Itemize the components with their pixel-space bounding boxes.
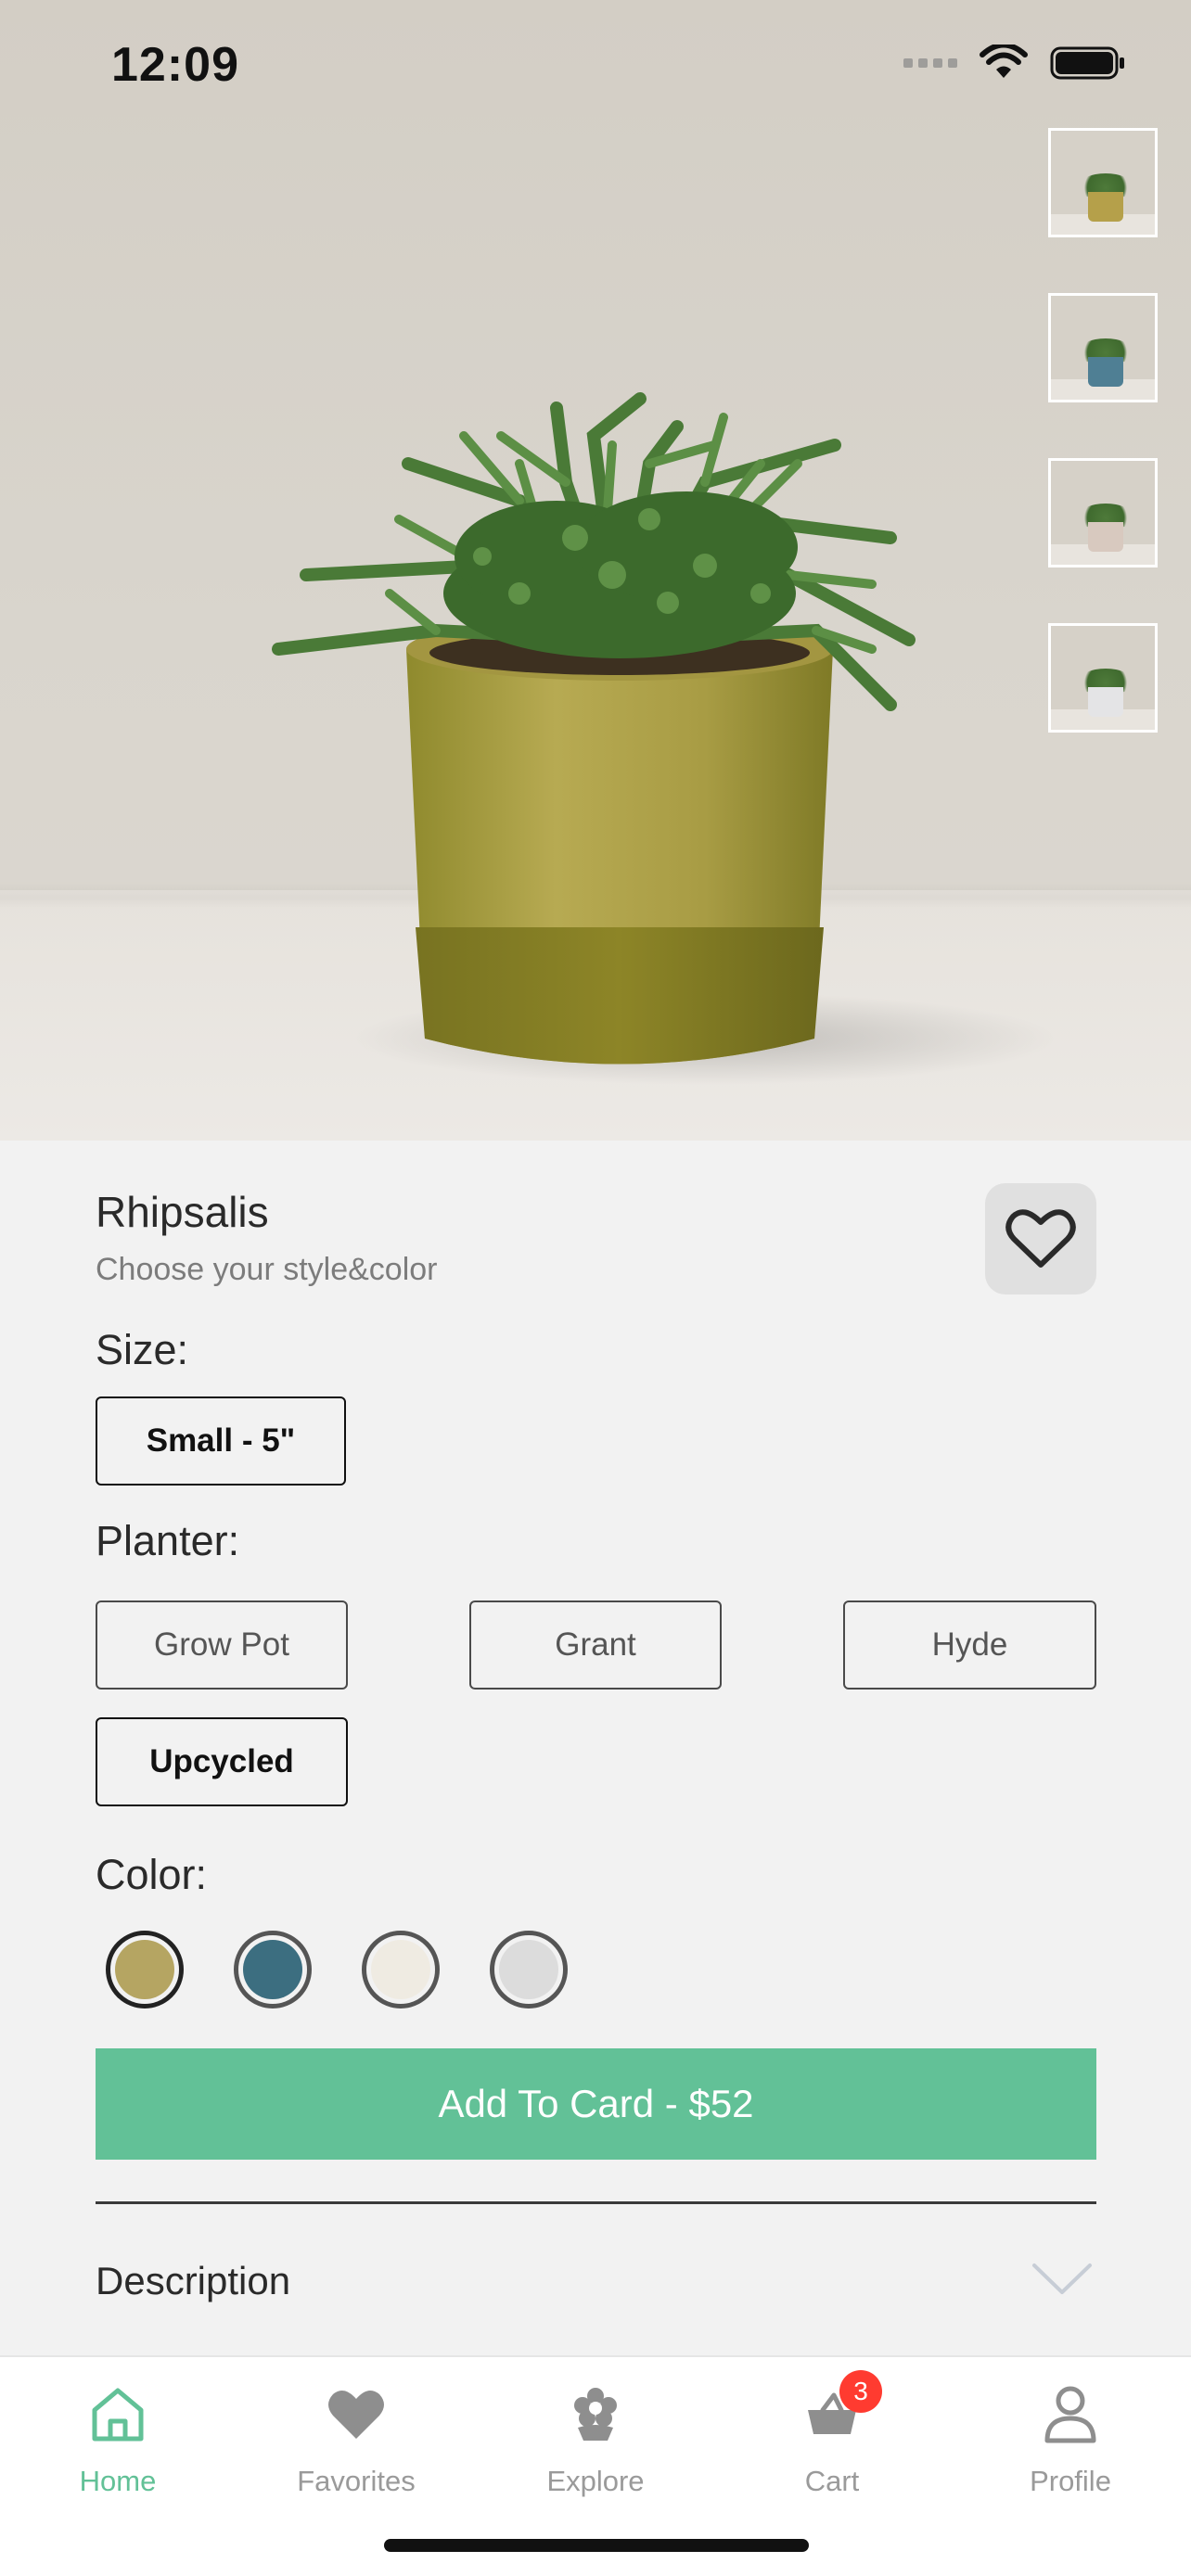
tab-explore-label: Explore xyxy=(546,2465,645,2497)
battery-icon xyxy=(1050,46,1124,80)
color-swatch-cream[interactable] xyxy=(362,1931,440,2009)
planter-label: Planter: xyxy=(96,1517,240,1564)
tab-cart-label: Cart xyxy=(804,2465,860,2497)
color-swatch-light-gray[interactable] xyxy=(490,1931,568,2009)
thumbnail-4[interactable] xyxy=(1048,623,1158,733)
size-option-small[interactable]: Small - 5" xyxy=(96,1396,346,1486)
size-label: Size: xyxy=(96,1326,189,1373)
divider xyxy=(96,2201,1096,2204)
chevron-down-icon[interactable] xyxy=(1031,2263,1093,2296)
tab-favorites-label: Favorites xyxy=(297,2465,416,2497)
planter-option-grow-pot[interactable]: Grow Pot xyxy=(96,1600,348,1690)
tab-profile-label: Profile xyxy=(1030,2465,1111,2497)
add-to-cart-button[interactable]: Add To Card - $52 xyxy=(96,2048,1096,2160)
tab-home[interactable]: Home xyxy=(16,2378,220,2498)
product-hero-image xyxy=(0,0,1191,1141)
home-icon xyxy=(92,2388,144,2442)
color-label: Color: xyxy=(96,1851,208,1898)
tab-favorites[interactable]: Favorites xyxy=(254,2378,458,2498)
product-title: Rhipsalis xyxy=(96,1188,269,1236)
planter-option-grant[interactable]: Grant xyxy=(469,1600,722,1690)
status-time: 12:09 xyxy=(111,38,239,92)
home-indicator xyxy=(384,2539,809,2552)
cart-badge: 3 xyxy=(839,2370,882,2413)
flower-icon xyxy=(574,2388,617,2441)
wifi-icon xyxy=(980,45,1028,78)
status-icons xyxy=(903,45,1126,82)
thumbnail-1[interactable] xyxy=(1048,128,1158,237)
tab-profile[interactable]: Profile xyxy=(968,2378,1172,2498)
plant-photo xyxy=(272,392,1057,1085)
planter-option-upcycled[interactable]: Upcycled xyxy=(96,1717,348,1806)
tab-cart[interactable]: 3 Cart xyxy=(730,2370,934,2498)
favorite-button[interactable] xyxy=(985,1183,1096,1294)
heart-icon xyxy=(328,2391,384,2439)
description-toggle-label[interactable]: Description xyxy=(96,2259,290,2303)
tab-home-label: Home xyxy=(79,2465,157,2497)
thumbnail-3[interactable] xyxy=(1048,458,1158,567)
image-thumbnails xyxy=(1048,128,1158,733)
planter-option-hyde[interactable]: Hyde xyxy=(843,1600,1096,1690)
thumbnail-2[interactable] xyxy=(1048,293,1158,402)
person-icon xyxy=(1044,2386,1096,2443)
color-swatch-teal[interactable] xyxy=(234,1931,312,2009)
product-subtitle: Choose your style&color xyxy=(96,1252,438,1287)
color-swatch-olive[interactable] xyxy=(106,1931,184,2009)
cellular-signal-icon xyxy=(903,58,957,68)
heart-outline-icon xyxy=(1005,1209,1076,1268)
tab-explore[interactable]: Explore xyxy=(493,2378,698,2498)
